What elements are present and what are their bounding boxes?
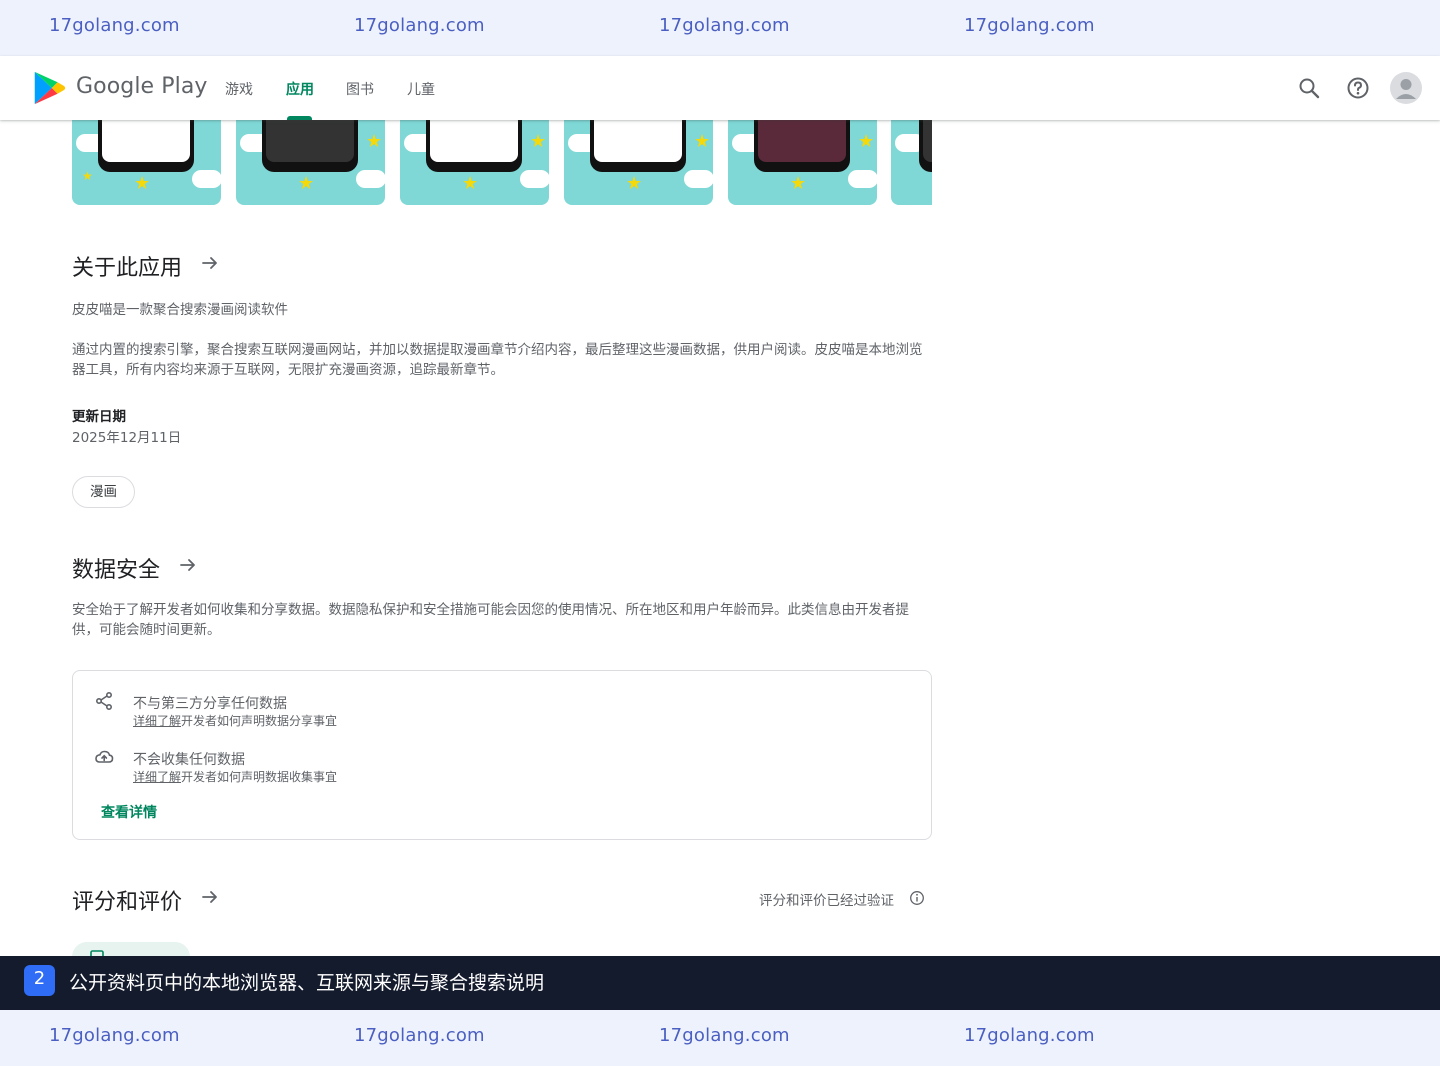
data-safety-description: 安全始于了解开发者如何收集和分享数据。数据隐私保护和安全措施可能会因您的使用情况…	[72, 602, 909, 638]
nav-tab-games[interactable]: 游戏	[225, 79, 253, 99]
watermark-strip-top: 17golang.com 17golang.com 17golang.com 1…	[0, 0, 1440, 56]
updated-on-label: 更新日期	[72, 409, 126, 425]
brand-name[interactable]: Google Play	[76, 74, 208, 99]
caption-text: 公开资料页中的本地浏览器、互联网来源与聚合搜索说明	[69, 972, 545, 994]
about-description-line2: 通过内置的搜索引擎，聚合搜索互联网漫画网站，并加以数据提取漫画章节介绍内容，最后…	[72, 342, 923, 378]
about-description-line1: 皮皮喵是一款聚合搜索漫画阅读软件	[72, 302, 288, 318]
data-collection-detail-text: 开发者如何声明数据收集事宜	[181, 770, 338, 784]
ratings-verified-note: 评分和评价已经过验证	[759, 893, 894, 909]
app-screenshot[interactable]: ★ ★	[72, 112, 221, 205]
category-chip[interactable]: 漫画	[72, 476, 135, 508]
arrow-forward-icon[interactable]	[178, 555, 198, 575]
info-icon[interactable]	[909, 890, 925, 906]
search-icon[interactable]	[1297, 76, 1321, 100]
data-safety-section-title[interactable]: 数据安全	[72, 552, 160, 584]
app-screenshot[interactable]: ★ ★	[728, 112, 877, 205]
watermark-text: 17golang.com	[354, 1025, 485, 1046]
see-details-link[interactable]: 查看详情	[101, 802, 157, 822]
watermark-text: 17golang.com	[49, 1025, 180, 1046]
caption-bar: 2 公开资料页中的本地浏览器、互联网来源与聚合搜索说明	[0, 956, 1440, 1010]
google-play-logo-icon[interactable]	[30, 69, 68, 107]
watermark-text: 17golang.com	[49, 15, 180, 36]
updated-on-value: 2025年12月11日	[72, 430, 182, 446]
ratings-section-title[interactable]: 评分和评价	[72, 884, 182, 916]
top-app-bar: Google Play 游戏 应用 图书 儿童	[0, 56, 1440, 120]
learn-more-link[interactable]: 详细了解	[133, 770, 181, 784]
help-icon[interactable]	[1346, 76, 1370, 100]
person-icon	[1396, 79, 1416, 99]
arrow-forward-icon[interactable]	[200, 253, 220, 273]
watermark-strip-bottom: 17golang.com 17golang.com 17golang.com 1…	[0, 1010, 1440, 1066]
watermark-text: 17golang.com	[659, 15, 790, 36]
nav-tab-kids[interactable]: 儿童	[407, 79, 435, 99]
data-collection-statement: 不会收集任何数据	[133, 752, 245, 768]
nav-tab-books[interactable]: 图书	[346, 79, 374, 99]
nav-active-indicator	[287, 116, 312, 120]
data-sharing-detail-text: 开发者如何声明数据分享事宜	[181, 714, 338, 728]
about-section-title[interactable]: 关于此应用	[72, 250, 182, 282]
app-screenshot-partial[interactable]	[891, 112, 932, 205]
step-badge: 2	[24, 965, 55, 996]
watermark-text: 17golang.com	[354, 15, 485, 36]
watermark-text: 17golang.com	[659, 1025, 790, 1046]
nav-tab-apps[interactable]: 应用	[286, 79, 314, 99]
data-sharing-detail: 详细了解开发者如何声明数据分享事宜	[133, 712, 337, 729]
data-collection-detail: 详细了解开发者如何声明数据收集事宜	[133, 768, 337, 785]
share-icon	[95, 691, 113, 711]
watermark-text: 17golang.com	[964, 1025, 1095, 1046]
app-screenshot[interactable]: ★ ★	[564, 112, 713, 205]
app-screenshot[interactable]: ★ ★	[400, 112, 549, 205]
watermark-text: 17golang.com	[964, 15, 1095, 36]
data-safety-card: 不与第三方分享任何数据 详细了解开发者如何声明数据分享事宜 不会收集任何数据 详…	[72, 670, 932, 840]
data-sharing-statement: 不与第三方分享任何数据	[133, 696, 287, 712]
cloud-upload-icon	[95, 750, 114, 763]
learn-more-link[interactable]: 详细了解	[133, 714, 181, 728]
app-screenshot[interactable]: ★ ★	[236, 112, 385, 205]
account-avatar[interactable]	[1390, 72, 1422, 104]
arrow-forward-icon[interactable]	[200, 887, 220, 907]
